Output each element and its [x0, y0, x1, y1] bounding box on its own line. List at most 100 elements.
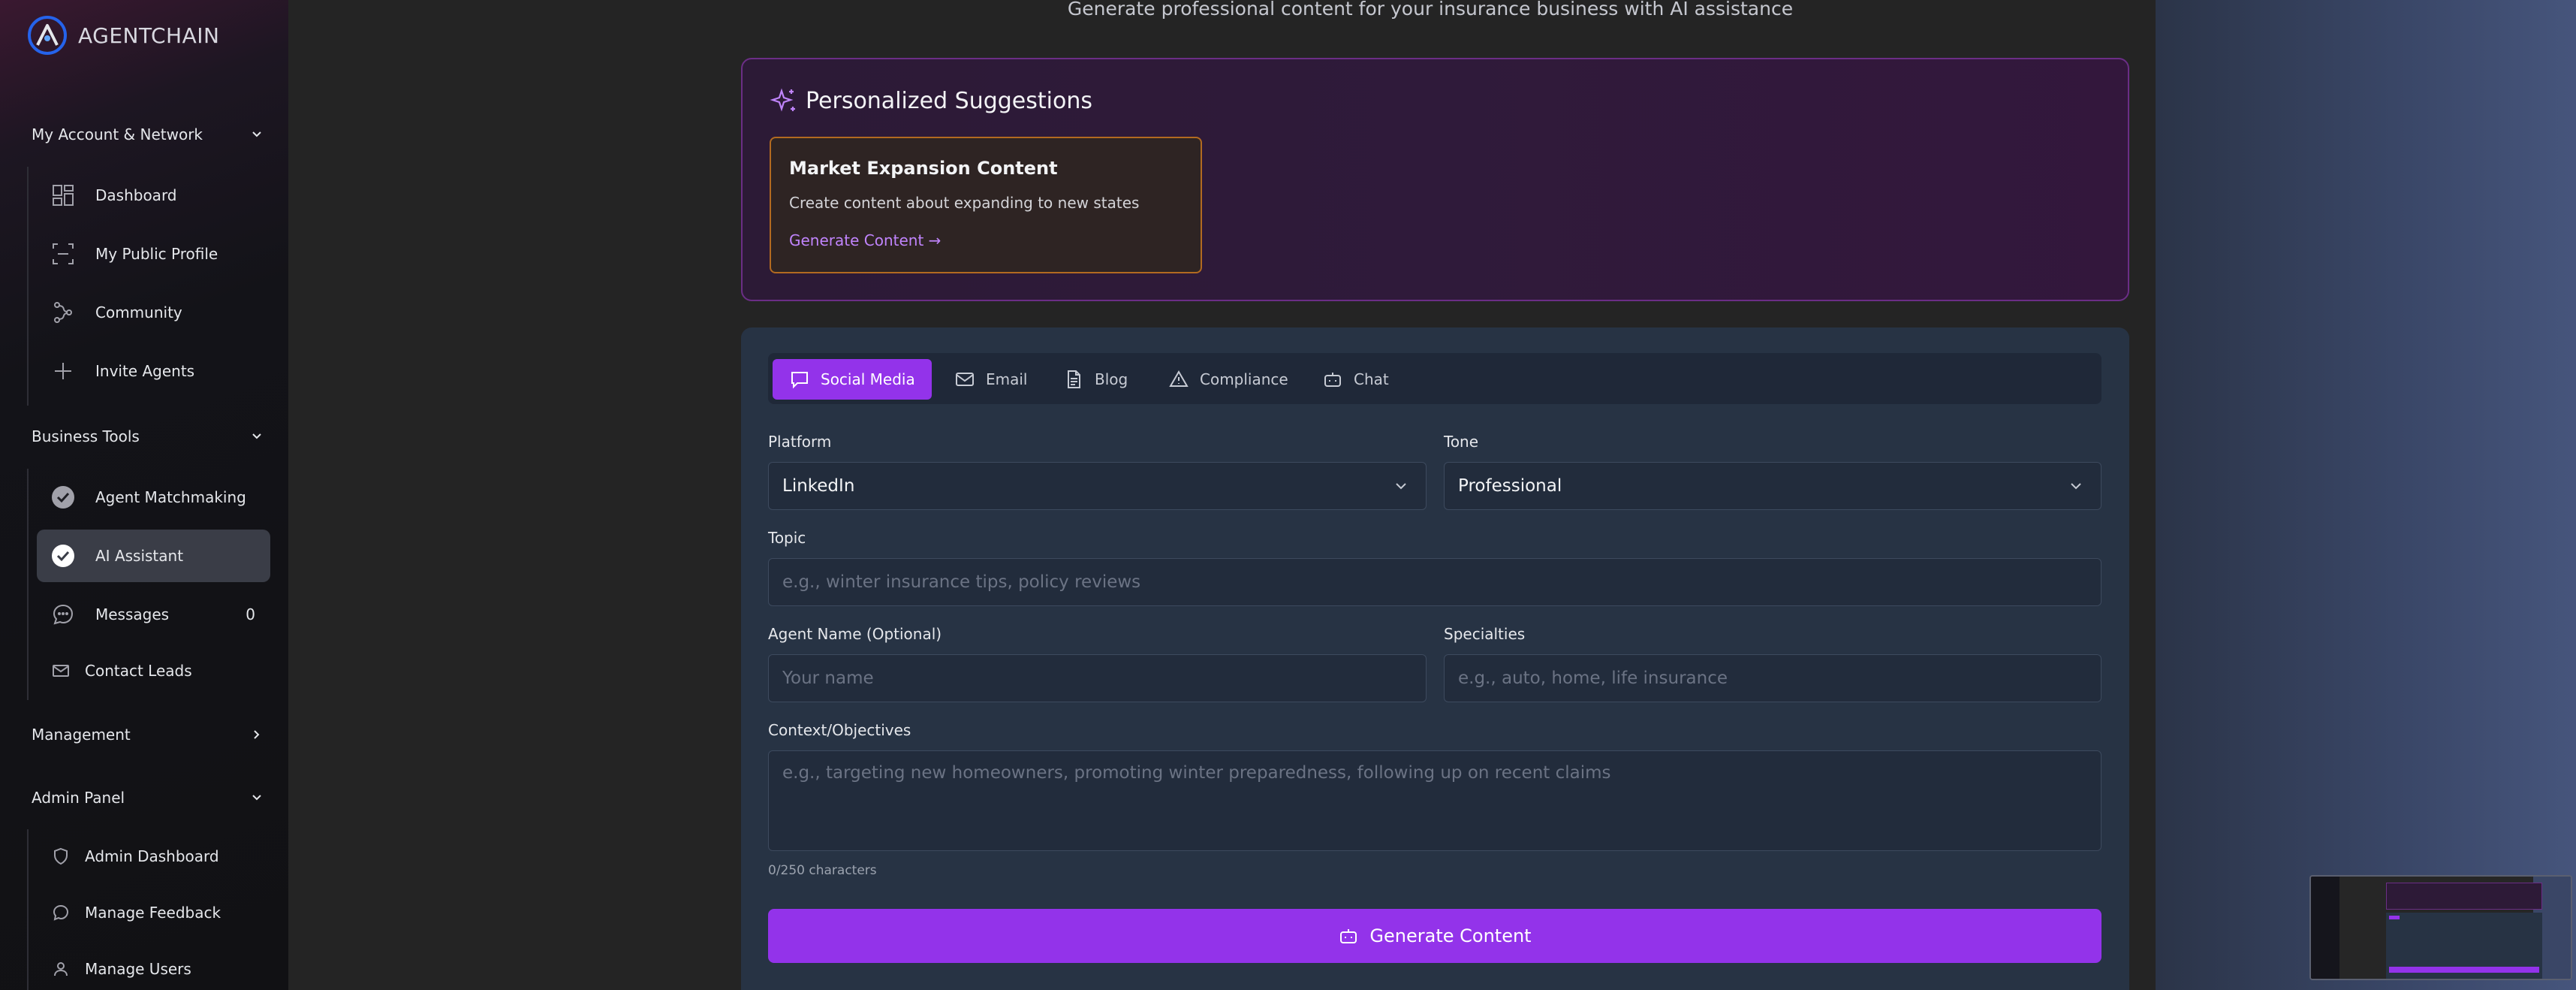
section-management[interactable]: Management — [32, 720, 264, 750]
sidebar-item-agent-matchmaking[interactable]: Agent Matchmaking — [37, 471, 270, 524]
sidebar-item-label: Admin Dashboard — [85, 847, 219, 865]
tab-label: Chat — [1354, 370, 1389, 388]
section-line — [27, 469, 29, 700]
generate-content-button[interactable]: Generate Content — [768, 909, 2101, 963]
sidebar-item-label: Community — [95, 303, 182, 321]
sidebar-item-label: Contact Leads — [85, 662, 192, 680]
network-icon — [50, 300, 76, 325]
sidebar-item-label: Dashboard — [95, 186, 177, 204]
minimap-suggestions — [2386, 883, 2542, 910]
sidebar-item-manage-users[interactable]: Manage Users — [37, 943, 270, 990]
specialties-label: Specialties — [1444, 625, 1526, 643]
specialties-input[interactable]: e.g., auto, home, life insurance — [1444, 654, 2101, 702]
page-minimap[interactable] — [2309, 875, 2572, 980]
sidebar-item-my-public-profile[interactable]: My Public Profile — [37, 228, 270, 280]
section-label: Business Tools — [32, 427, 140, 445]
sidebar-item-invite-agents[interactable]: Invite Agents — [37, 345, 270, 397]
sidebar-item-manage-feedback[interactable]: Manage Feedback — [37, 886, 270, 939]
section-business-tools[interactable]: Business Tools — [32, 421, 264, 451]
page-subtitle: Generate professional content for your i… — [1067, 0, 1794, 20]
sidebar-item-label: Agent Matchmaking — [95, 488, 246, 506]
chevron-down-icon — [2071, 483, 2081, 490]
suggestion-card[interactable]: Market Expansion Content Create content … — [770, 137, 1202, 273]
chevron-right-icon — [254, 730, 260, 739]
section-my-account-network[interactable]: My Account & Network — [32, 119, 264, 149]
plus-icon — [50, 358, 76, 384]
content-generator-panel: Social Media Email Blog Compliance Chat … — [741, 327, 2129, 990]
tab-compliance[interactable]: Compliance — [1152, 359, 1305, 400]
bot-icon — [1324, 373, 1341, 387]
sparkles-icon — [770, 88, 795, 112]
check-circle-icon — [50, 543, 76, 569]
chevron-down-icon — [252, 131, 261, 137]
tab-email[interactable]: Email — [938, 359, 1044, 400]
sidebar-item-label: Invite Agents — [95, 362, 195, 380]
tab-label: Blog — [1095, 370, 1128, 388]
brand-name: AGENTCHAIN — [78, 23, 220, 48]
bot-icon — [1340, 929, 1357, 943]
suggestion-card-description: Create content about expanding to new st… — [789, 194, 1140, 212]
chat-bubble-icon — [791, 372, 808, 389]
sidebar-item-label: My Public Profile — [95, 245, 218, 263]
section-label: My Account & Network — [32, 125, 203, 143]
tab-label: Compliance — [1200, 370, 1288, 388]
right-background-panel — [2156, 0, 2576, 990]
tab-chat[interactable]: Chat — [1306, 359, 1406, 400]
personalized-suggestions-panel: Personalized Suggestions Market Expansio… — [741, 58, 2129, 301]
generate-button-label: Generate Content — [1369, 925, 1532, 946]
warning-triangle-icon — [1169, 370, 1189, 387]
brand[interactable]: AGENTCHAIN — [27, 15, 219, 56]
sidebar-item-label: AI Assistant — [95, 547, 184, 565]
sidebar: AGENTCHAIN My Account & Network Dashboar… — [0, 0, 288, 990]
section-line — [27, 829, 29, 990]
mail-icon — [956, 373, 974, 386]
shield-icon — [50, 844, 71, 869]
minimap-sidebar — [2311, 877, 2339, 979]
sidebar-item-messages[interactable]: Messages 0 — [37, 588, 270, 641]
user-icon — [50, 956, 71, 982]
sidebar-item-label: Manage Feedback — [85, 904, 221, 922]
character-counter: 0/250 characters — [768, 863, 877, 878]
content-type-tabs: Social Media Email Blog Compliance Chat — [768, 353, 2101, 404]
check-circle-icon — [50, 484, 76, 510]
messages-count-badge: 0 — [246, 605, 255, 623]
section-line — [27, 167, 29, 406]
sidebar-item-community[interactable]: Community — [37, 286, 270, 339]
tab-social-media[interactable]: Social Media — [773, 359, 932, 400]
sidebar-item-dashboard[interactable]: Dashboard — [37, 169, 270, 222]
platform-select[interactable]: LinkedIn — [768, 462, 1427, 510]
chevron-down-icon — [252, 433, 261, 439]
suggestions-title: Personalized Suggestions — [770, 86, 1092, 115]
agentchain-logo-icon — [28, 16, 67, 55]
tone-selected-value: Professional — [1458, 476, 1562, 496]
dashboard-grid-icon — [50, 183, 76, 208]
sidebar-item-contact-leads[interactable]: Contact Leads — [37, 644, 270, 697]
tab-label: Email — [986, 370, 1028, 388]
tone-label: Tone — [1444, 433, 1479, 451]
context-label: Context/Objectives — [768, 721, 911, 739]
section-label: Management — [32, 726, 131, 744]
section-admin-panel[interactable]: Admin Panel — [32, 783, 264, 813]
sidebar-item-admin-dashboard[interactable]: Admin Dashboard — [37, 830, 270, 883]
context-textarea[interactable]: e.g., targeting new homeowners, promotin… — [768, 750, 2101, 851]
tab-label: Social Media — [821, 370, 915, 388]
suggestion-card-title: Market Expansion Content — [789, 158, 1058, 179]
sidebar-item-ai-assistant[interactable]: AI Assistant — [37, 530, 270, 582]
agent-name-input[interactable]: Your name — [768, 654, 1427, 702]
platform-selected-value: LinkedIn — [782, 476, 855, 496]
chevron-down-icon — [252, 795, 261, 801]
topic-label: Topic — [768, 529, 806, 547]
platform-label: Platform — [768, 433, 832, 451]
suggestions-title-text: Personalized Suggestions — [806, 87, 1092, 114]
mail-icon — [50, 658, 71, 684]
tab-blog[interactable]: Blog — [1047, 359, 1144, 400]
tone-select[interactable]: Professional — [1444, 462, 2101, 510]
agent-name-label: Agent Name (Optional) — [768, 625, 942, 643]
document-icon — [1068, 370, 1080, 388]
minimap-button — [2389, 967, 2539, 973]
section-label: Admin Panel — [32, 789, 125, 807]
topic-input[interactable]: e.g., winter insurance tips, policy revi… — [768, 558, 2101, 606]
minimap-tab — [2389, 916, 2400, 919]
generate-content-link[interactable]: Generate Content → — [789, 231, 941, 249]
chevron-down-icon — [1396, 483, 1406, 490]
